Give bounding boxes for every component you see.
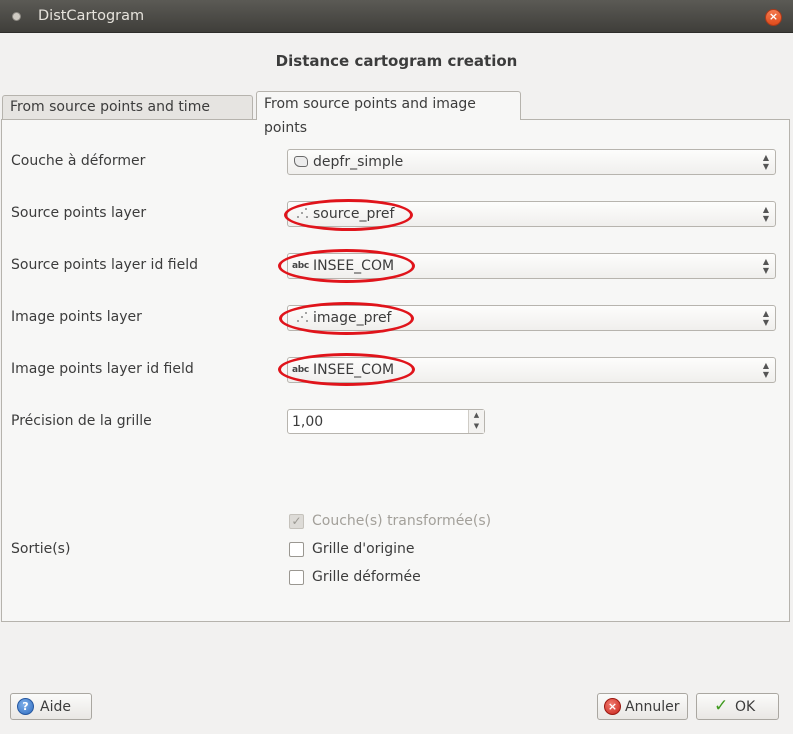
tab-image-points[interactable]: From source points and image points [256,91,521,136]
polygon-layer-icon [294,156,308,167]
spin-arrows-icon[interactable]: ▲ ▼ [468,410,484,433]
grid-precision-spinbox[interactable]: 1,00 ▲ ▼ [287,409,485,434]
output-original-grid-label[interactable]: Grille d'origine [312,541,415,557]
help-button[interactable]: ? Aide [10,693,92,720]
highlight-ellipse [279,302,414,335]
chevron-updown-icon: ▲ ▼ [762,205,770,223]
source-points-layer-label: Source points layer [11,205,147,221]
highlight-ellipse [284,199,413,231]
window-title: DistCartogram [38,8,145,24]
cancel-button-label: Annuler [625,699,680,715]
grid-precision-value: 1,00 [292,414,324,430]
outputs-label: Sortie(s) [11,541,71,557]
chevron-updown-icon: ▲ ▼ [762,309,770,327]
help-icon: ? [17,698,34,715]
output-deformed-grid-label[interactable]: Grille déformée [312,569,421,585]
title-bar: DistCartogram × [0,0,793,33]
checkbox[interactable] [289,570,304,585]
cancel-button[interactable]: × Annuler [597,693,688,720]
layer-to-deform-label: Couche à déformer [11,153,146,169]
chevron-updown-icon: ▲ ▼ [762,153,770,171]
chevron-updown-icon: ▲ ▼ [762,361,770,379]
highlight-ellipse [278,353,415,386]
checkbox-checked-icon: ✓ [289,514,304,529]
output-transformed-layer-label: Couche(s) transformée(s) [312,513,492,529]
checkmark-icon: ✓ [714,696,729,716]
help-button-label: Aide [40,699,71,715]
tab-time-matrix[interactable]: From source points and time matrix [2,95,253,138]
chevron-updown-icon: ▲ ▼ [762,257,770,275]
window-menu-icon[interactable] [12,12,21,21]
dialog-heading: Distance cartogram creation [275,52,518,70]
image-points-id-field-label: Image points layer id field [11,361,194,377]
layer-to-deform-value: depfr_simple [313,154,404,170]
grid-precision-label: Précision de la grille [11,413,152,429]
checkbox[interactable] [289,542,304,557]
close-icon[interactable]: × [765,9,782,26]
image-points-layer-label: Image points layer [11,309,142,325]
layer-to-deform-select[interactable]: depfr_simple ▲ ▼ [287,149,776,175]
source-points-id-field-label: Source points layer id field [11,257,198,273]
ok-button[interactable]: ✓ OK [696,693,779,720]
ok-button-label: OK [735,699,756,715]
highlight-ellipse [278,249,415,283]
cancel-icon: × [604,698,621,715]
